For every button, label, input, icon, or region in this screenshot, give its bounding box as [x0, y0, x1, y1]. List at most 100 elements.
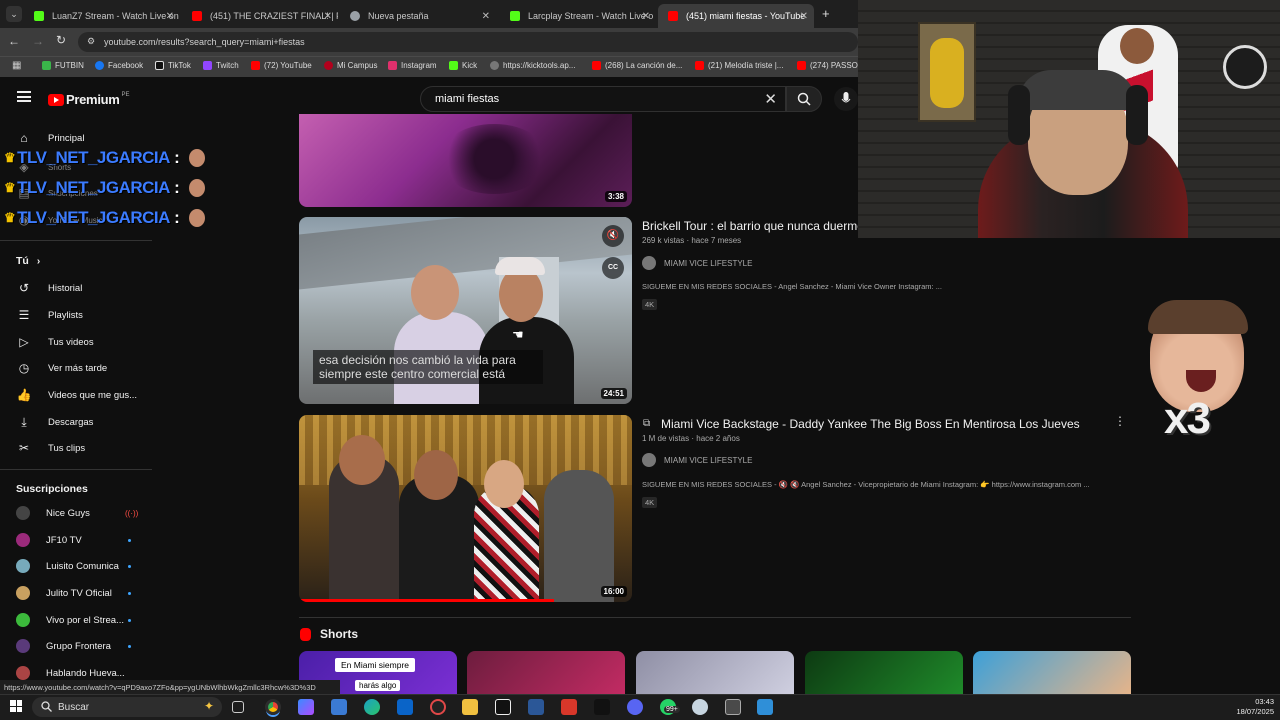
file-explorer-icon[interactable]: [462, 699, 478, 715]
tab-larcplay[interactable]: Larcplay Stream - Watch Live o ✕: [500, 4, 656, 28]
menu-icon[interactable]: [17, 91, 31, 102]
channel-link[interactable]: MIAMI VICE LIFESTYLE: [642, 453, 752, 467]
subscription-julito-tv[interactable]: Julito TV Oficial: [16, 586, 112, 600]
chrome-icon: [350, 11, 360, 21]
new-tab-button[interactable]: +: [822, 6, 830, 21]
short-thumbnail[interactable]: [805, 651, 963, 694]
new-content-dot: [128, 592, 131, 595]
close-icon[interactable]: ✕: [800, 11, 808, 22]
subscription-vivo-por-el-stream[interactable]: Vivo por el Strea...: [16, 613, 124, 627]
tab-luanz7[interactable]: LuanZ7 Stream - Watch Live on ✕: [24, 4, 180, 28]
voice-search-button[interactable]: [834, 87, 858, 111]
logo-text: Premium: [66, 92, 120, 107]
edge-icon[interactable]: [364, 699, 380, 715]
chevron-right-icon: ›: [36, 255, 41, 267]
captions-button[interactable]: CC: [602, 257, 624, 279]
short-thumbnail[interactable]: [636, 651, 794, 694]
store-icon[interactable]: [331, 699, 347, 715]
app-icon[interactable]: [430, 699, 446, 715]
mute-button[interactable]: 🔇: [602, 225, 624, 247]
powerpoint-app-icon[interactable]: [561, 699, 577, 715]
sidebar-item-tus-videos[interactable]: ▷ Tus videos: [16, 335, 93, 349]
youtube-icon: [592, 61, 601, 70]
bookmark-twitch[interactable]: Twitch: [203, 61, 239, 70]
tab-craziest-final[interactable]: (451) THE CRAZIEST FINAL! | Pl ✕: [182, 4, 338, 28]
sidebar-section-tu[interactable]: Tú ›: [16, 255, 40, 267]
short-thumbnail[interactable]: [973, 651, 1131, 694]
video-meta: 1 M de vistas · hace 2 años: [642, 434, 740, 443]
bookmark-kick[interactable]: Kick: [449, 61, 477, 70]
bookmark-youtube[interactable]: (72) YouTube: [251, 61, 312, 70]
chrome-icon[interactable]: [265, 699, 281, 715]
address-bar[interactable]: ⚙ youtube.com/results?search_query=miami…: [78, 32, 858, 52]
clear-search-icon[interactable]: ✕: [764, 90, 777, 108]
tab-new[interactable]: Nueva pestaña ✕: [340, 4, 496, 28]
sidebar-item-historial[interactable]: ↺ Historial: [16, 281, 82, 295]
bookmark-melodia-triste[interactable]: (21) Melodía triste |...: [695, 61, 783, 70]
bookmark-instagram[interactable]: Instagram: [388, 61, 437, 70]
forward-icon[interactable]: →: [32, 34, 44, 48]
avatar: [16, 533, 30, 547]
video-title[interactable]: Miami Vice Backstage - Daddy Yankee The …: [661, 417, 1101, 431]
video-thumbnail[interactable]: 16:00: [299, 415, 632, 602]
task-view-icon[interactable]: [232, 701, 244, 713]
sidebar-item-playlists[interactable]: ☰ Playlists: [16, 308, 83, 322]
discord-icon[interactable]: [627, 699, 643, 715]
close-icon[interactable]: ✕: [482, 11, 490, 22]
site-info-icon[interactable]: ⚙: [87, 36, 95, 47]
capcut-icon[interactable]: [495, 699, 511, 715]
video-description: SIGUEME EN MIS REDES SOCIALES - 🔇 🔇 Ange…: [642, 480, 1090, 489]
tab-list-button[interactable]: ⌄: [6, 6, 22, 22]
tab-miami-fiestas[interactable]: (451) miami fiestas - YouTube ✕: [658, 4, 814, 28]
windows-start-icon[interactable]: [10, 700, 22, 712]
bookmark-passo[interactable]: (274) PASSO I: [797, 61, 862, 70]
channel-link[interactable]: MIAMI VICE LIFESTYLE: [642, 256, 752, 270]
youtube-logo[interactable]: Premium PE: [48, 92, 130, 107]
bookmark-tiktok[interactable]: TikTok: [155, 61, 191, 70]
word-icon[interactable]: [528, 699, 544, 715]
apps-icon[interactable]: ▦: [12, 60, 21, 71]
more-options-icon[interactable]: ⋮: [1114, 414, 1126, 428]
bookmark-la-cancion[interactable]: (268) La canción de...: [592, 61, 682, 70]
emote-icon: [189, 209, 206, 227]
steam-icon[interactable]: [692, 699, 708, 715]
reload-icon[interactable]: ↻: [56, 33, 66, 47]
video-thumbnail[interactable]: 🔇 CC esa decisión nos cambió la vida par…: [299, 217, 632, 404]
new-content-dot: [128, 645, 131, 648]
close-icon[interactable]: ✕: [642, 11, 650, 22]
watch-progress-bar: [299, 599, 554, 602]
live-music-icon: ⧉: [643, 418, 651, 429]
calculator-icon[interactable]: [725, 699, 741, 715]
tiktok-icon[interactable]: [594, 699, 610, 715]
sidebar-item-videos-que-me-gustan[interactable]: 👍 Videos que me gus...: [16, 388, 138, 402]
notification-badge: 99+: [664, 706, 680, 713]
avatar: [642, 256, 656, 270]
bookmark-kicktools[interactable]: https://kicktools.ap...: [490, 61, 575, 70]
taskbar-search[interactable]: Buscar ✦: [32, 697, 222, 717]
subscription-luisito-comunica[interactable]: Luisito Comunica: [16, 559, 119, 573]
video-thumbnail[interactable]: 3:38: [299, 114, 632, 207]
back-icon[interactable]: ←: [8, 34, 20, 48]
search-button[interactable]: [786, 86, 822, 112]
short-thumbnail[interactable]: [467, 651, 625, 694]
subscription-nice-guys[interactable]: Nice Guys: [16, 506, 90, 520]
sidebar-item-descargas[interactable]: ⤓ Descargas: [16, 415, 93, 429]
bookmark-mi-campus[interactable]: Mi Campus: [324, 61, 377, 70]
url-text: youtube.com/results?search_query=miami+f…: [104, 37, 305, 47]
subscription-jf10-tv[interactable]: JF10 TV: [16, 533, 82, 547]
subscription-hablando-huevadas[interactable]: Hablando Hueva...: [16, 666, 125, 680]
region-code: PE: [121, 91, 130, 98]
subscription-grupo-frontera[interactable]: Grupo Frontera: [16, 639, 111, 653]
copilot-icon[interactable]: [298, 699, 314, 715]
sidebar-item-principal[interactable]: ⌂ Principal: [16, 131, 84, 145]
bookmark-futbin[interactable]: FUTBIN: [42, 61, 84, 70]
search-input[interactable]: miami fiestas ✕: [420, 86, 786, 112]
app-icon[interactable]: [757, 699, 773, 715]
outlook-icon[interactable]: [397, 699, 413, 715]
close-icon[interactable]: ✕: [324, 11, 332, 22]
bookmark-facebook[interactable]: Facebook: [95, 61, 143, 70]
video-title[interactable]: Brickell Tour : el barrio que nunca duer…: [642, 219, 858, 233]
sidebar-item-tus-clips[interactable]: ✂ Tus clips: [16, 441, 85, 455]
close-icon[interactable]: ✕: [166, 11, 174, 22]
sidebar-item-ver-mas-tarde[interactable]: ◷ Ver más tarde: [16, 361, 107, 375]
